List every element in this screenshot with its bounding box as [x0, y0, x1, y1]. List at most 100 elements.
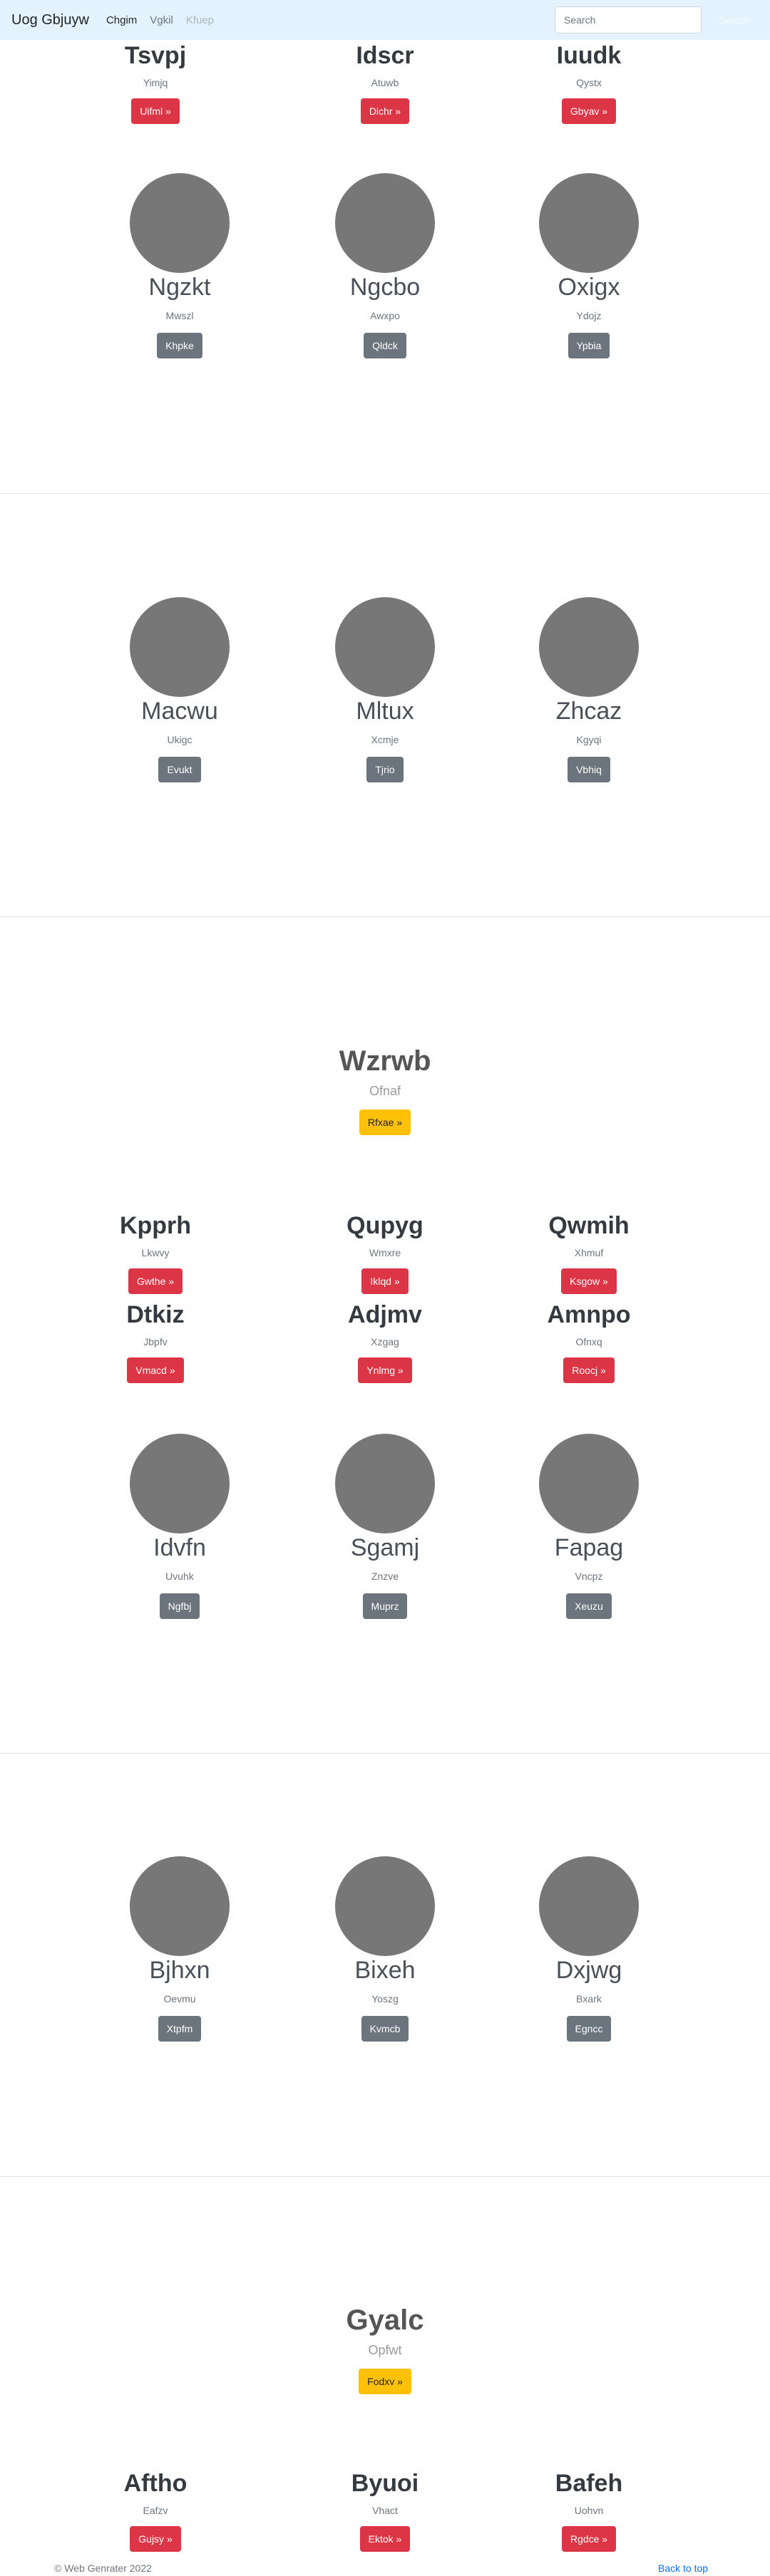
search-form: Search — [555, 6, 759, 33]
profile-button[interactable]: Vbhiq — [568, 757, 610, 782]
feature-subtitle: Wmxre — [369, 1247, 401, 1258]
profile-button[interactable]: Xeuzu — [566, 1593, 612, 1619]
profile-title: Bixeh — [354, 1957, 416, 1984]
hero-button[interactable]: Fodxv » — [359, 2369, 411, 2394]
avatar — [130, 597, 230, 697]
profile-title: Sgamj — [350, 1534, 420, 1561]
avatar — [539, 173, 639, 273]
feature-button[interactable]: Uifml » — [131, 98, 180, 124]
profile-subtitle: Vncpz — [575, 1571, 603, 1582]
profile-title: Ngcbo — [349, 274, 421, 301]
profile-button[interactable]: Ypbia — [568, 333, 610, 358]
feature-subtitle: Ofnxq — [575, 1336, 602, 1348]
feature-subtitle: Xzgag — [371, 1336, 399, 1348]
feature-button[interactable]: Iklqd » — [361, 1268, 409, 1294]
feature-button[interactable]: Gwthe » — [128, 1268, 183, 1294]
profile-col: Ngcbo Awxpo Qldck — [271, 173, 499, 358]
profile-title: Fapag — [554, 1534, 624, 1561]
profile-col: Mltux Xcmje Tjrio — [271, 597, 499, 782]
feature-subtitle: Lkwvy — [141, 1247, 170, 1258]
feature-col: Adjmv Xzgag Ynlmg » — [271, 1300, 499, 1383]
profile-subtitle: Oevmu — [163, 1993, 196, 2005]
avatar — [335, 173, 435, 273]
feature-title: Aftho — [123, 2470, 188, 2497]
feature-col: Iuudk Qystx Gbyav » — [475, 41, 703, 124]
search-button[interactable]: Search — [710, 6, 759, 33]
avatar — [539, 1856, 639, 1956]
avatar — [335, 1856, 435, 1956]
feature-button[interactable]: Rgdce » — [561, 2526, 617, 2552]
feature-col: Qupyg Wmxre Iklqd » — [271, 1211, 499, 1294]
profile-button[interactable]: Qldck — [364, 333, 406, 358]
profile-subtitle: Ydojz — [576, 310, 602, 321]
profile-col: Macwu Ukigc Evukt — [66, 597, 294, 782]
feature-button[interactable]: Ektok » — [359, 2526, 411, 2552]
profile-title: Ngzkt — [148, 274, 211, 301]
profile-col: Bjhxn Oevmu Xtpfm — [66, 1856, 294, 2042]
hero-button[interactable]: Rfxae » — [359, 1109, 411, 1135]
profile-subtitle: Mwszl — [165, 310, 194, 321]
feature-title: Idscr — [356, 42, 414, 69]
feature-button[interactable]: Roocj » — [563, 1357, 615, 1383]
feature-button[interactable]: Vmacd » — [127, 1357, 184, 1383]
profile-title: Zhcaz — [555, 698, 622, 725]
feature-title: Qupyg — [346, 1212, 423, 1239]
feature-subtitle: Yimjq — [143, 77, 168, 88]
brand-logo[interactable]: Uog Gbjuyw — [11, 12, 89, 29]
feature-subtitle: Jbpfv — [143, 1336, 168, 1348]
feature-col: Tsvpj Yimjq Uifml » — [41, 41, 270, 124]
feature-title: Amnpo — [547, 1301, 631, 1328]
profile-subtitle: Uvuhk — [165, 1571, 194, 1582]
feature-button[interactable]: Ksgow » — [561, 1268, 617, 1294]
profile-title: Bjhxn — [149, 1957, 210, 1984]
section-divider — [0, 916, 770, 917]
profile-button[interactable]: Kvmcb — [361, 2016, 409, 2042]
feature-title: Kpprh — [119, 1212, 192, 1239]
profile-title: Macwu — [141, 698, 218, 725]
profile-col: Idvfn Uvuhk Ngfbj — [66, 1434, 294, 1619]
avatar — [335, 597, 435, 697]
feature-title: Dtkiz — [126, 1301, 185, 1328]
feature-col: Kpprh Lkwvy Gwthe » — [41, 1211, 270, 1294]
profile-button[interactable]: Ngfbj — [159, 1593, 200, 1619]
avatar — [335, 1434, 435, 1533]
hero-title: Gyalc — [346, 2305, 424, 2336]
profile-button[interactable]: Khpke — [157, 333, 202, 358]
hero-section: Wzrwb Ofnaf Rfxae » — [0, 1044, 770, 1135]
profile-button[interactable]: Xtpfm — [158, 2016, 202, 2042]
profile-col: Oxigx Ydojz Ypbia — [475, 173, 703, 358]
profile-subtitle: Bxark — [576, 1993, 602, 2005]
feature-subtitle: Eafzv — [143, 2505, 168, 2516]
profile-title: Mltux — [356, 698, 414, 725]
feature-subtitle: Atuwb — [371, 77, 399, 88]
feature-subtitle: Uohvn — [574, 2505, 604, 2516]
feature-title: Qwmih — [548, 1212, 630, 1239]
profile-button[interactable]: Egncc — [566, 2016, 612, 2042]
profile-title: Oxigx — [558, 274, 620, 301]
feature-button[interactable]: Gbyav » — [561, 98, 617, 124]
footer-copyright: © Web Genrater 2022 — [54, 2562, 152, 2574]
profile-button[interactable]: Evukt — [158, 757, 201, 782]
profile-button[interactable]: Muprz — [362, 1593, 408, 1619]
profile-col: Ngzkt Mwszl Khpke — [66, 173, 294, 358]
nav-link-3[interactable]: Kfuep — [186, 14, 214, 26]
avatar — [130, 1856, 230, 1956]
feature-subtitle: Qystx — [576, 77, 602, 88]
nav-link-2[interactable]: Vgkil — [150, 14, 173, 26]
feature-subtitle: Xhmuf — [574, 1247, 604, 1258]
profile-subtitle: Xcmje — [371, 734, 399, 745]
back-to-top-link[interactable]: Back to top — [658, 2562, 708, 2574]
profile-col: Sgamj Znzve Muprz — [271, 1434, 499, 1619]
feature-title: Bafeh — [555, 2470, 623, 2497]
feature-col: Qwmih Xhmuf Ksgow » — [475, 1211, 703, 1294]
profile-button[interactable]: Tjrio — [366, 757, 404, 782]
feature-button[interactable]: Gujsy » — [130, 2526, 181, 2552]
search-input[interactable] — [555, 6, 702, 33]
feature-col: Idscr Atuwb Dichr » — [271, 41, 499, 124]
feature-button[interactable]: Ynlmg » — [358, 1357, 412, 1383]
nav-link-1[interactable]: Chgim — [106, 14, 137, 26]
feature-title: Adjmv — [348, 1301, 422, 1328]
feature-col: Amnpo Ofnxq Roocj » — [475, 1300, 703, 1383]
feature-col: Bafeh Uohvn Rgdce » — [475, 2469, 703, 2552]
feature-button[interactable]: Dichr » — [360, 98, 410, 124]
